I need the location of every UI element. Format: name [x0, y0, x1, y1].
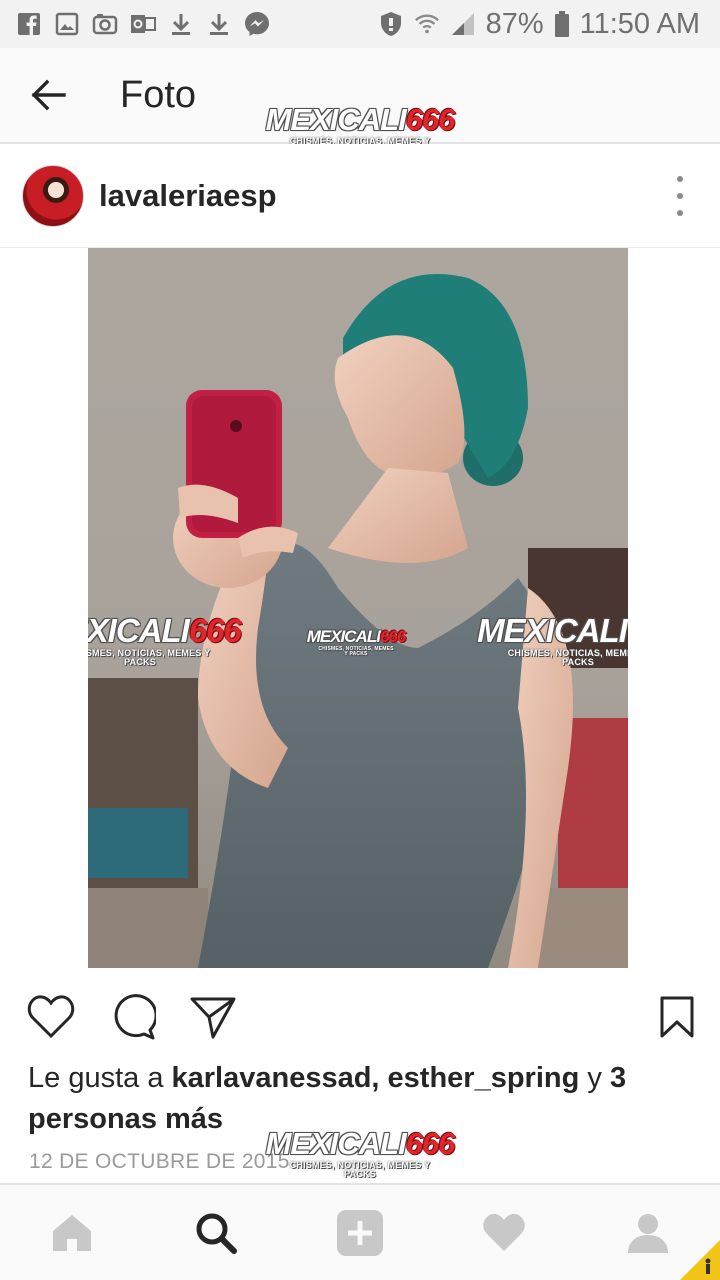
heart-icon: [483, 1213, 525, 1251]
post-image-container: MEXICALI666 CHISMES, NOTICIAS, MEMES Y P…: [0, 248, 720, 968]
more-options-button[interactable]: [670, 176, 690, 216]
notification-icons: [16, 11, 270, 37]
status-bar: 87% 11:50 AM: [0, 0, 720, 48]
like-button[interactable]: [26, 992, 76, 1042]
watermark-logo: MEXICALI666 CHISMES, NOTICIAS, MEMES Y P…: [265, 1126, 456, 1179]
bottom-nav: [0, 1183, 720, 1280]
watermark-logo: MEXICALI666 CHISMES, NOTICIAS, MEMES Y P…: [306, 627, 407, 657]
download-icon: [206, 11, 232, 37]
outlook-icon: [130, 11, 156, 37]
add-icon: [337, 1209, 383, 1256]
arrow-left-icon: [31, 79, 66, 111]
save-button[interactable]: [652, 992, 702, 1042]
page-title: Foto: [120, 73, 197, 116]
likes-prefix: Le gusta a: [28, 1062, 172, 1094]
image-icon: [54, 11, 80, 37]
bookmark-icon: [660, 996, 694, 1038]
post-image[interactable]: MEXICALI666 CHISMES, NOTICIAS, MEMES Y P…: [88, 248, 628, 968]
comment-button[interactable]: [108, 992, 158, 1042]
avatar[interactable]: [22, 164, 84, 227]
shield-icon: [378, 11, 404, 37]
nav-activity[interactable]: [432, 1185, 576, 1280]
facebook-icon: [16, 11, 42, 37]
comment-icon: [114, 994, 156, 1040]
system-status: 87% 11:50 AM: [378, 8, 700, 41]
watermark-logo: MEXICALI666 CHISMES, NOTICIAS, MEMES Y P…: [477, 612, 628, 667]
home-icon: [53, 1214, 91, 1251]
more-vertical-icon: [677, 176, 683, 182]
clock: 11:50 AM: [579, 7, 700, 40]
likes-middle: y: [579, 1062, 610, 1094]
nav-search[interactable]: [144, 1185, 288, 1280]
username[interactable]: lavaleriaesp: [99, 178, 277, 214]
screen: 87% 11:50 AM Foto MEXICALI666 CHISMES, N…: [0, 0, 720, 1280]
send-icon: [190, 997, 236, 1039]
share-button[interactable]: [188, 992, 238, 1042]
signal-icon: [450, 11, 476, 37]
wifi-icon: [414, 11, 440, 37]
messenger-icon: [244, 11, 270, 37]
post-header: lavaleriaesp: [0, 144, 720, 248]
download-icon: [168, 11, 194, 37]
warning-badge-icon: [680, 1240, 720, 1280]
liked-by-users[interactable]: karlavanessad, esther_spring: [172, 1062, 580, 1094]
nav-home[interactable]: [0, 1185, 144, 1280]
nav-add[interactable]: [288, 1185, 432, 1280]
camera-icon: [92, 11, 118, 37]
heart-icon: [27, 995, 75, 1039]
post-actions: [0, 968, 720, 1060]
post-date: 12 DE OCTUBRE DE 2015: [29, 1150, 290, 1173]
watermark-logo: MEXICALI666 CHISMES, NOTICIAS, MEMES Y P…: [88, 612, 242, 667]
profile-icon: [628, 1213, 668, 1253]
search-icon: [196, 1213, 237, 1254]
back-button[interactable]: [0, 47, 96, 143]
battery-percent: 87%: [485, 7, 544, 40]
battery-icon: [554, 11, 570, 37]
